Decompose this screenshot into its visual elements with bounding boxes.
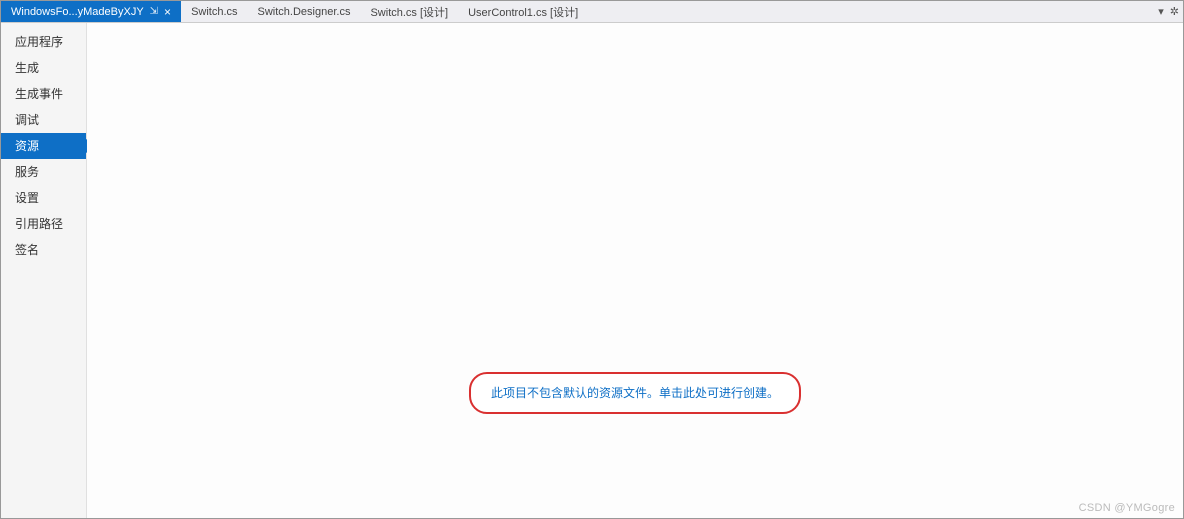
- sidebar-item-label: 服务: [15, 165, 39, 179]
- tab-project-properties[interactable]: WindowsFo...yMadeByXJY ⇲ ×: [1, 1, 181, 22]
- sidebar-item-label: 生成事件: [15, 87, 63, 101]
- sidebar-item-services[interactable]: 服务: [1, 159, 86, 185]
- resources-panel: 此项目不包含默认的资源文件。单击此处可进行创建。 CSDN @YMGogre: [87, 23, 1183, 518]
- watermark-text: CSDN @YMGogre: [1079, 502, 1175, 514]
- create-resource-callout: 此项目不包含默认的资源文件。单击此处可进行创建。: [469, 372, 801, 414]
- sidebar-item-resources[interactable]: 资源: [1, 133, 86, 159]
- tab-label: WindowsFo...yMadeByXJY: [11, 6, 144, 18]
- sidebar-item-reference-paths[interactable]: 引用路径: [1, 211, 86, 237]
- tab-dropdown-icon[interactable]: ▾: [1158, 5, 1164, 18]
- project-properties-sidebar: 应用程序 生成 生成事件 调试 资源 服务 设置 引用路径 签名: [1, 23, 87, 518]
- create-default-resource-link[interactable]: 此项目不包含默认的资源文件。单击此处可进行创建。: [491, 386, 779, 400]
- content-area: 应用程序 生成 生成事件 调试 资源 服务 设置 引用路径 签名 此项目不包含默…: [1, 23, 1183, 518]
- sidebar-item-settings[interactable]: 设置: [1, 185, 86, 211]
- tab-switch-cs-design[interactable]: Switch.cs [设计]: [360, 1, 458, 22]
- sidebar-item-signing[interactable]: 签名: [1, 237, 86, 263]
- sidebar-item-debug[interactable]: 调试: [1, 107, 86, 133]
- gear-icon[interactable]: ✲: [1170, 5, 1179, 18]
- tab-usercontrol1-cs-design[interactable]: UserControl1.cs [设计]: [458, 1, 588, 22]
- tab-label: UserControl1.cs [设计]: [468, 4, 578, 20]
- sidebar-item-build[interactable]: 生成: [1, 55, 86, 81]
- close-icon[interactable]: ×: [164, 6, 171, 18]
- sidebar-item-label: 资源: [15, 139, 39, 153]
- sidebar-item-build-events[interactable]: 生成事件: [1, 81, 86, 107]
- tab-label: Switch.cs: [191, 6, 237, 18]
- sidebar-item-application[interactable]: 应用程序: [1, 29, 86, 55]
- tab-label: Switch.Designer.cs: [258, 6, 351, 18]
- sidebar-item-label: 签名: [15, 243, 39, 257]
- sidebar-item-label: 生成: [15, 61, 39, 75]
- sidebar-item-label: 调试: [15, 113, 39, 127]
- tab-switch-designer-cs[interactable]: Switch.Designer.cs: [248, 1, 361, 22]
- sidebar-item-label: 应用程序: [15, 35, 63, 49]
- tab-bar: WindowsFo...yMadeByXJY ⇲ × Switch.cs Swi…: [1, 1, 1183, 23]
- tab-switch-cs[interactable]: Switch.cs: [181, 1, 247, 22]
- sidebar-item-label: 引用路径: [15, 217, 63, 231]
- tab-bar-controls: ▾ ✲: [1158, 1, 1179, 22]
- tab-label: Switch.cs [设计]: [370, 4, 448, 20]
- pin-icon[interactable]: ⇲: [150, 6, 158, 17]
- sidebar-item-label: 设置: [15, 191, 39, 205]
